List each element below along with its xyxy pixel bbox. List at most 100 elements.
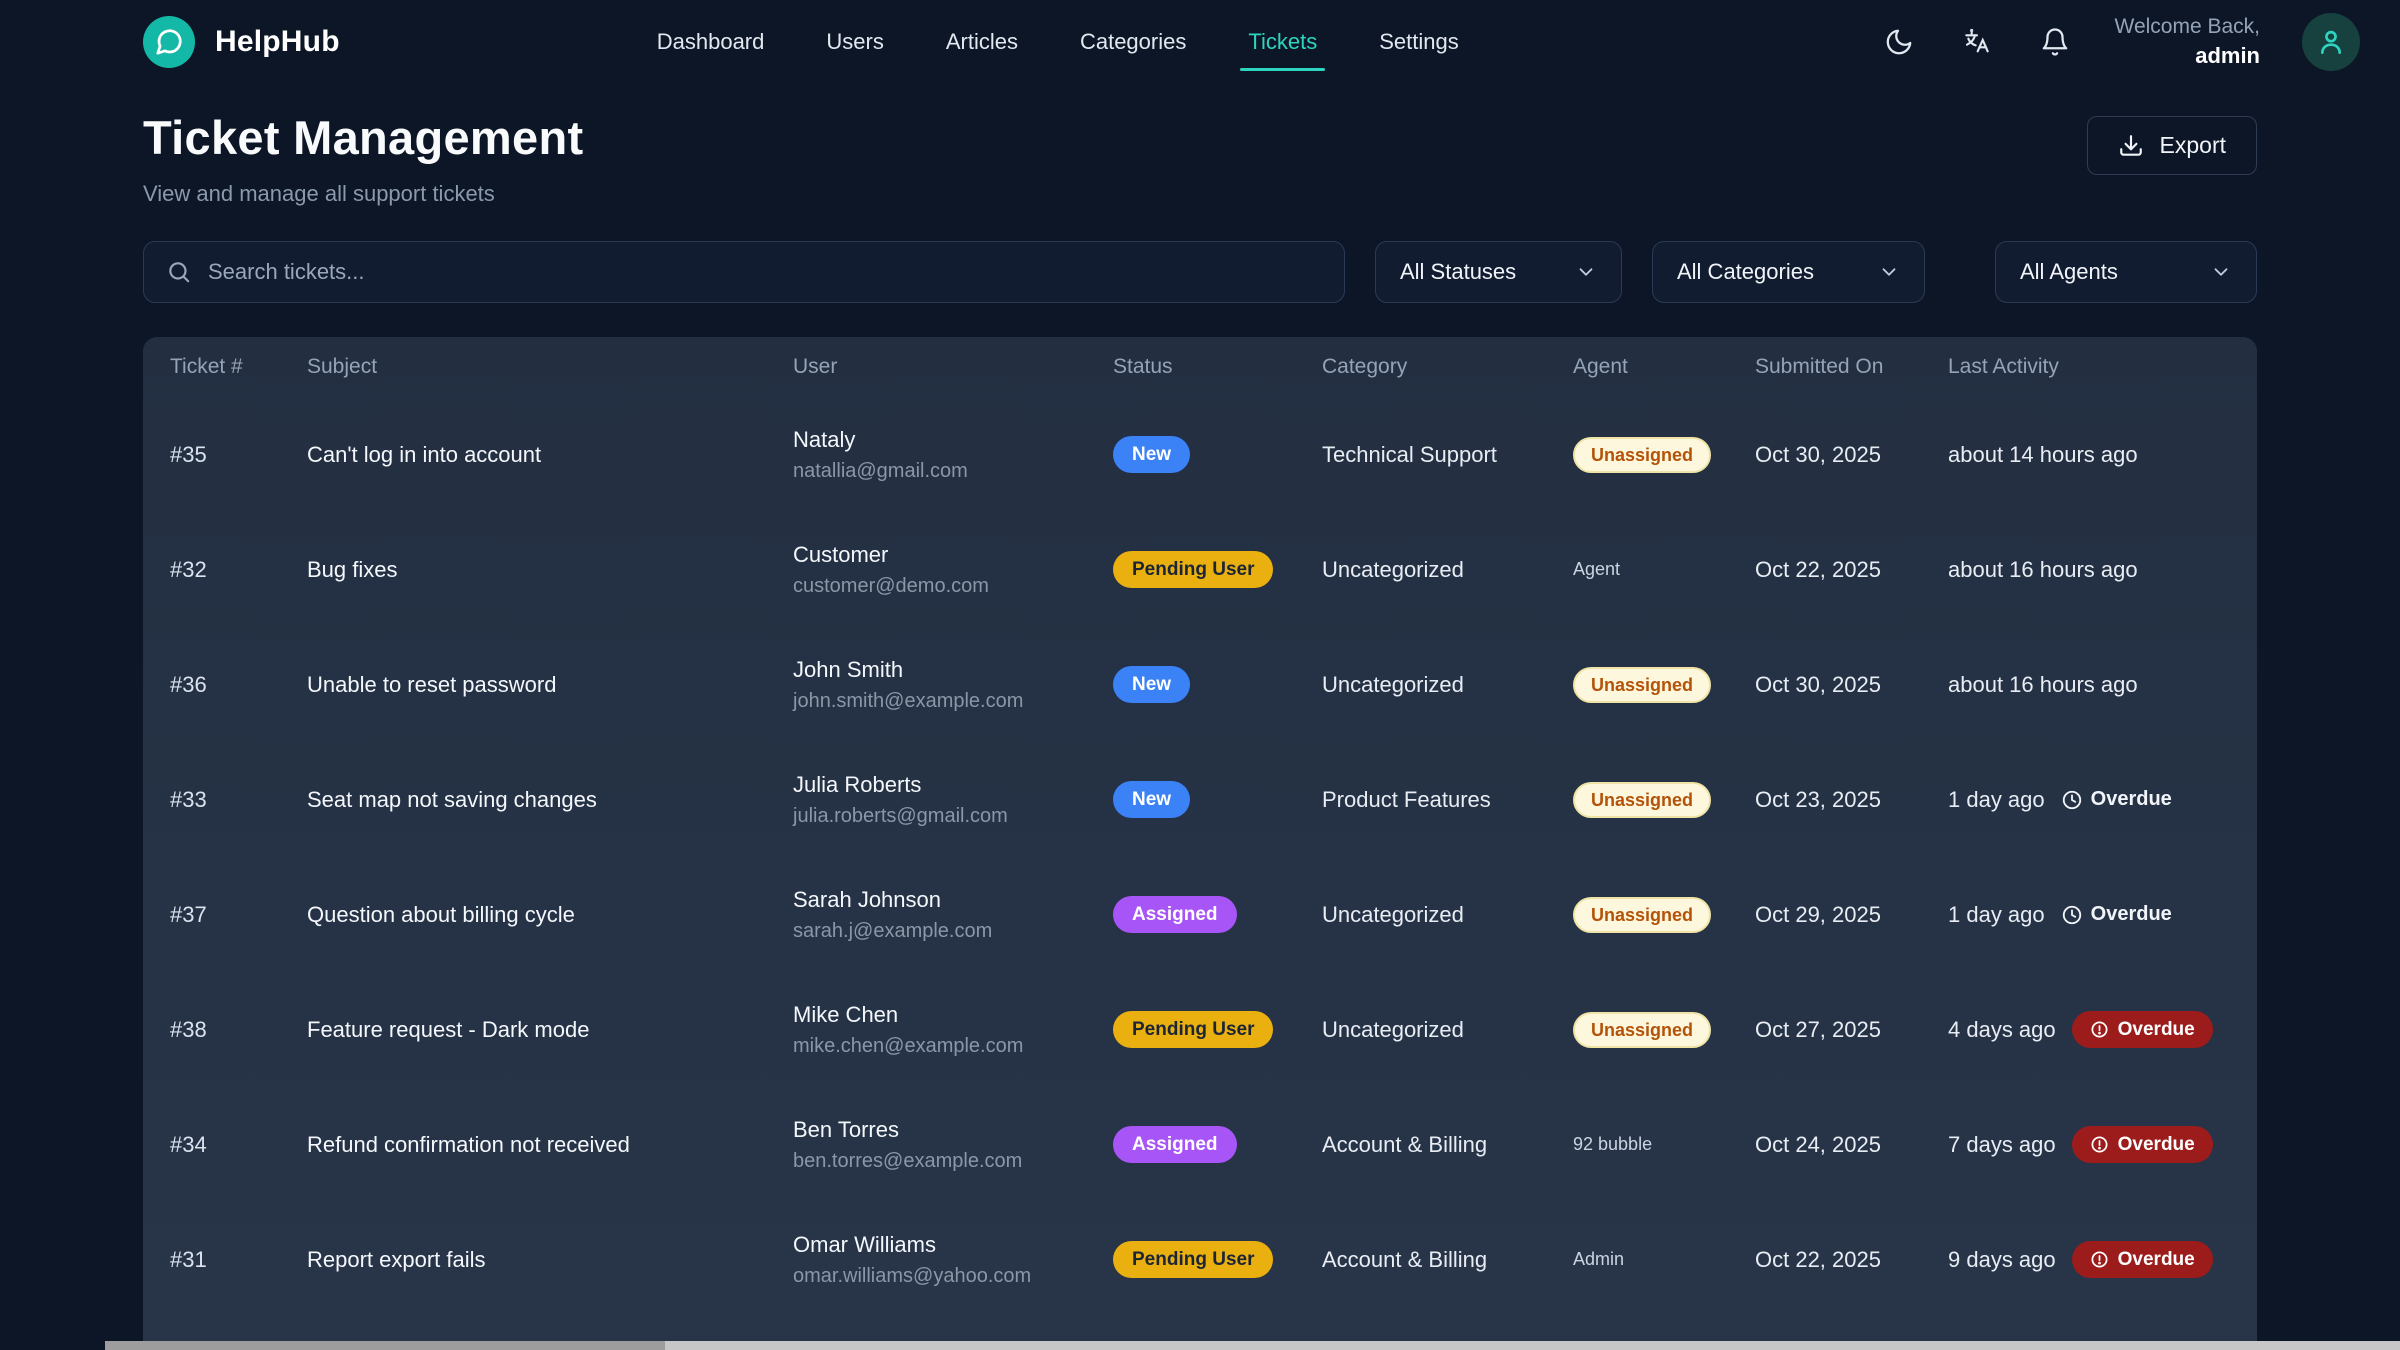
ticket-category: Uncategorized: [1322, 672, 1573, 698]
ticket-row[interactable]: #31Report export failsOmar Williamsomar.…: [143, 1202, 2257, 1317]
ticket-user: Julia Robertsjulia.roberts@gmail.com: [793, 772, 1113, 828]
agent-unassigned-badge: Unassigned: [1573, 437, 1711, 473]
category-filter-value: All Categories: [1677, 259, 1814, 285]
ticket-user: Omar Williams omar.williams@yahoo.com: [793, 1232, 1113, 1288]
page-header: Ticket Management View and manage all su…: [0, 84, 2400, 207]
status-filter-select[interactable]: All Statuses: [1375, 241, 1622, 303]
last-activity-cell: 1 day agoOverdue: [1948, 787, 2230, 813]
submitted-date: Oct 22, 2025: [1755, 1247, 1948, 1273]
last-activity-cell: about 14 hours ago: [1948, 442, 2230, 468]
column-header: Last Activity: [1948, 355, 2230, 379]
search-box[interactable]: [143, 241, 1345, 303]
category-filter-select[interactable]: All Categories: [1652, 241, 1925, 303]
ticket-row[interactable]: #33Seat map not saving changesJulia Robe…: [143, 742, 2257, 857]
tickets-table-card: Ticket #SubjectUserStatusCategoryAgentSu…: [143, 337, 2257, 1347]
ticket-row[interactable]: #38Feature request - Dark modeMike Chenm…: [143, 972, 2257, 1087]
user-name: John Smith: [793, 657, 1113, 683]
alert-circle-icon: [2090, 1135, 2109, 1154]
helphub-logo: [143, 16, 195, 68]
nav-item-dashboard[interactable]: Dashboard: [655, 1, 767, 83]
column-header: User: [793, 355, 1113, 379]
overdue-badge: Overdue: [2072, 1126, 2213, 1163]
nav-item-users[interactable]: Users: [824, 1, 885, 83]
search-input[interactable]: [208, 259, 1322, 285]
ticket-subject[interactable]: Refund confirmation not received: [307, 1132, 793, 1158]
scrollbar-thumb[interactable]: [105, 1341, 665, 1350]
status-badge: New: [1113, 666, 1190, 703]
user-icon: [2315, 26, 2347, 58]
user-name: Nataly: [793, 427, 1113, 453]
ticket-subject[interactable]: Unable to reset password: [307, 672, 793, 698]
notifications-button[interactable]: [2037, 24, 2073, 60]
export-button[interactable]: Export: [2087, 116, 2257, 175]
nav-item-tickets[interactable]: Tickets: [1246, 1, 1319, 83]
alert-circle-icon: [2090, 1020, 2109, 1039]
ticket-row[interactable]: #37Question about billing cycleSarah Joh…: [143, 857, 2257, 972]
ticket-subject[interactable]: Bug fixes: [307, 557, 793, 583]
ticket-subject[interactable]: Question about billing cycle: [307, 902, 793, 928]
user-avatar[interactable]: [2302, 13, 2360, 71]
column-header: Category: [1322, 355, 1573, 379]
download-icon: [2118, 133, 2144, 159]
ticket-subject[interactable]: Seat map not saving changes: [307, 787, 793, 813]
submitted-date: Oct 29, 2025: [1755, 902, 1948, 928]
agent-unassigned-badge: Unassigned: [1573, 667, 1711, 703]
top-navigation-bar: HelpHub Dashboard Users Articles Categories…: [0, 0, 2400, 84]
ticket-row[interactable]: #35Can't log in into accountNatalynatall…: [143, 397, 2257, 512]
main-nav: Dashboard Users Articles Categories Tickets S…: [655, 1, 1461, 83]
ticket-row[interactable]: #32Bug fixesCustomercustomer@demo.comPen…: [143, 512, 2257, 627]
nav-item-categories[interactable]: Categories: [1078, 1, 1188, 83]
clock-icon: [2061, 904, 2083, 926]
moon-icon: [1884, 27, 1914, 57]
overdue-label: Overdue: [2091, 903, 2172, 926]
last-activity-cell: 4 days agoOverdue: [1948, 1011, 2230, 1048]
table-header-row: Ticket #SubjectUserStatusCategoryAgentSu…: [143, 337, 2257, 397]
ticket-status-cell: New: [1113, 666, 1322, 703]
ticket-subject[interactable]: Feature request - Dark mode: [307, 1017, 793, 1043]
language-switcher[interactable]: [1959, 24, 1995, 60]
ticket-subject[interactable]: Can't log in into account: [307, 442, 793, 468]
user-email: omar.williams@yahoo.com: [793, 1265, 1113, 1288]
overdue-badge: Overdue: [2072, 1241, 2213, 1278]
user-email: julia.roberts@gmail.com: [793, 805, 1113, 828]
overdue-label: Overdue: [2118, 1020, 2195, 1039]
ticket-number: #37: [170, 902, 307, 928]
ticket-number: #35: [170, 442, 307, 468]
last-activity-cell: about 16 hours ago: [1948, 672, 2230, 698]
ticket-agent-cell: Unassigned: [1573, 897, 1755, 933]
overdue-label: Overdue: [2118, 1135, 2195, 1154]
status-badge: New: [1113, 436, 1190, 473]
dark-mode-toggle[interactable]: [1881, 24, 1917, 60]
agent-filter-select[interactable]: All Agents: [1995, 241, 2257, 303]
user-name: Omar Williams: [793, 1232, 1113, 1258]
nav-item-articles[interactable]: Articles: [944, 1, 1020, 83]
user-name: Customer: [793, 542, 1113, 568]
ticket-row[interactable]: #34Refund confirmation not receivedBen T…: [143, 1087, 2257, 1202]
submitted-date: Oct 22, 2025: [1755, 557, 1948, 583]
agent-unassigned-badge: Unassigned: [1573, 897, 1711, 933]
translate-icon: [1961, 26, 1993, 58]
ticket-category: Technical Support: [1322, 442, 1573, 468]
ticket-row[interactable]: #36Unable to reset passwordJohn Smithjoh…: [143, 627, 2257, 742]
status-badge: Assigned: [1113, 1126, 1237, 1163]
ticket-subject[interactable]: Report export fails: [307, 1247, 793, 1273]
search-icon: [166, 259, 192, 285]
status-filter-value: All Statuses: [1400, 259, 1516, 285]
submitted-date: Oct 30, 2025: [1755, 442, 1948, 468]
chevron-down-icon: [1878, 261, 1900, 283]
agent-name: Agent: [1573, 559, 1620, 579]
ticket-user: John Smithjohn.smith@example.com: [793, 657, 1113, 713]
ticket-status-cell: New: [1113, 436, 1322, 473]
submitted-date: Oct 30, 2025: [1755, 672, 1948, 698]
last-activity-cell: 9 days agoOverdue: [1948, 1241, 2230, 1278]
ticket-category: Product Features: [1322, 787, 1573, 813]
ticket-status-cell: Assigned: [1113, 896, 1322, 933]
nav-item-settings[interactable]: Settings: [1377, 1, 1461, 83]
horizontal-scrollbar[interactable]: [105, 1341, 2400, 1350]
ticket-user: Ben Torresben.torres@example.com: [793, 1117, 1113, 1173]
export-button-label: Export: [2160, 132, 2226, 159]
chevron-down-icon: [1575, 261, 1597, 283]
submitted-date: Oct 24, 2025: [1755, 1132, 1948, 1158]
user-email: customer@demo.com: [793, 575, 1113, 598]
brand-logo-group[interactable]: HelpHub: [143, 16, 340, 68]
